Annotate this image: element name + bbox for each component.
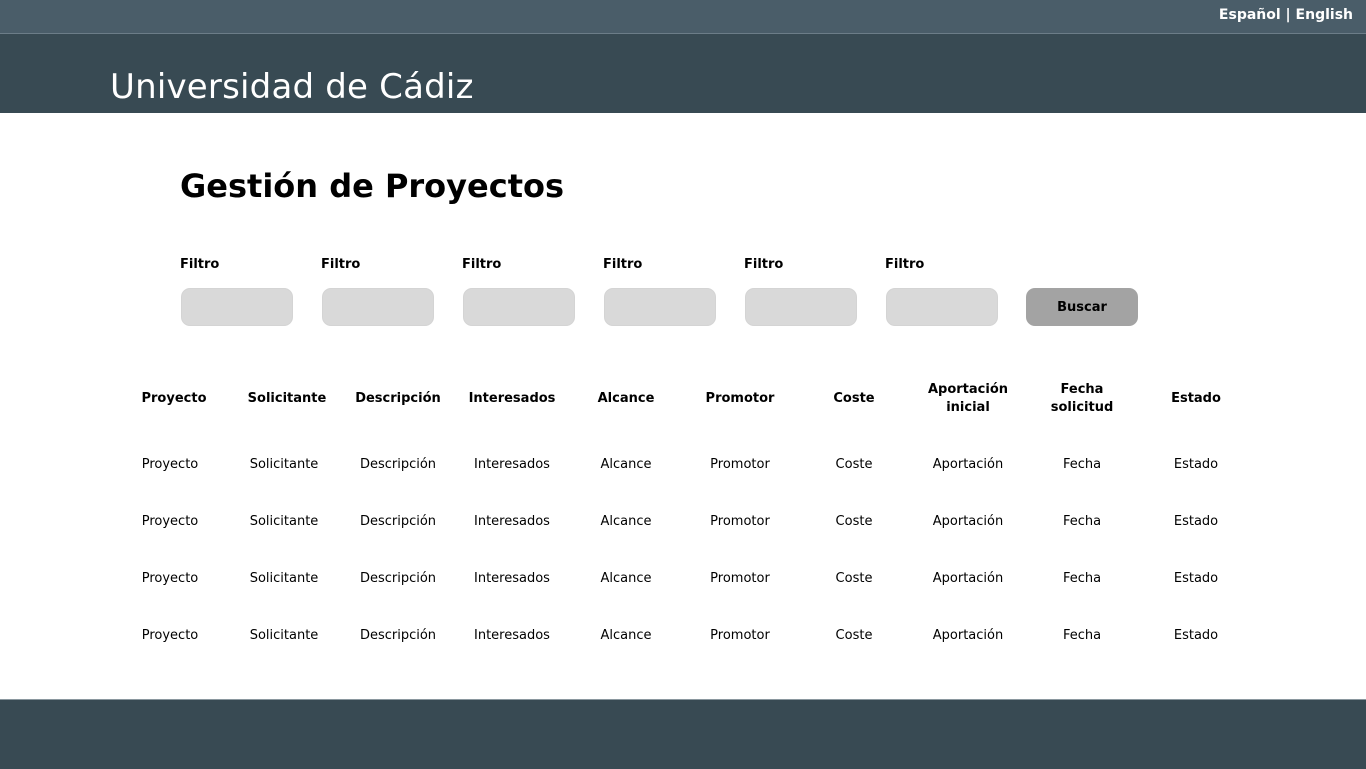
table-cell: Alcance	[600, 457, 652, 472]
table-cell: Aportación	[932, 571, 1004, 586]
column-header-line: Descripción	[355, 391, 441, 406]
column-header: Interesados	[457, 390, 567, 408]
search-button[interactable]: Buscar	[1026, 288, 1138, 326]
column-header: Solicitante	[232, 390, 342, 408]
table-cell: Coste	[835, 571, 873, 586]
filter-input-6[interactable]	[886, 288, 998, 326]
table-cell: Fecha	[1062, 514, 1102, 529]
table-cell: Promotor	[710, 628, 770, 643]
table-cell: Solicitante	[249, 514, 319, 529]
table-cell: Proyecto	[141, 571, 199, 586]
column-header-line: Estado	[1171, 391, 1221, 406]
table-cell: Alcance	[600, 571, 652, 586]
table-cell: Interesados	[474, 571, 550, 586]
table-cell: Solicitante	[249, 457, 319, 472]
table-cell: Fecha	[1062, 628, 1102, 643]
column-header: Promotor	[685, 390, 795, 408]
column-header: Descripción	[343, 390, 453, 408]
table-cell: Estado	[1173, 628, 1219, 643]
column-header: Coste	[799, 390, 909, 408]
table-cell: Proyecto	[141, 514, 199, 529]
table-cell: Solicitante	[249, 571, 319, 586]
filter-input-2[interactable]	[322, 288, 434, 326]
site-header: Universidad de Cádiz	[0, 34, 1366, 113]
table-cell: Promotor	[710, 571, 770, 586]
table-cell: Descripción	[359, 628, 437, 643]
column-header-line: Proyecto	[141, 391, 207, 406]
table-cell: Estado	[1173, 571, 1219, 586]
site-footer	[0, 699, 1366, 769]
table-cell: Promotor	[710, 457, 770, 472]
filter-input-3[interactable]	[463, 288, 575, 326]
lang-es-link[interactable]: Español	[1219, 7, 1281, 23]
table-cell: Interesados	[474, 457, 550, 472]
lang-en-link[interactable]: English	[1296, 7, 1353, 23]
column-header-line: inicial	[946, 400, 990, 415]
table-cell: Fecha	[1062, 571, 1102, 586]
column-header-line: Solicitante	[247, 391, 327, 406]
table-cell: Descripción	[359, 571, 437, 586]
table-cell: Proyecto	[141, 628, 199, 643]
table-cell: Solicitante	[249, 628, 319, 643]
table-cell: Estado	[1173, 457, 1219, 472]
filter-input-4[interactable]	[604, 288, 716, 326]
filter-label-2: Filtro	[321, 257, 361, 272]
column-header-line: solicitud	[1050, 400, 1114, 415]
column-header: Aportación inicial	[913, 381, 1023, 417]
column-header-line: Interesados	[468, 391, 556, 406]
column-header: Estado	[1141, 390, 1251, 408]
column-header: Alcance	[571, 390, 681, 408]
table-cell: Coste	[835, 457, 873, 472]
column-header: Fecha solicitud	[1027, 381, 1137, 417]
table-cell: Alcance	[600, 628, 652, 643]
column-header: Proyecto	[119, 390, 229, 408]
page-title: Gestión de Proyectos	[180, 167, 565, 205]
table-cell: Coste	[835, 628, 873, 643]
language-switcher: Español | English	[1219, 7, 1353, 23]
site-title[interactable]: Universidad de Cádiz	[110, 67, 474, 107]
table-cell: Descripción	[359, 457, 437, 472]
table-cell: Coste	[835, 514, 873, 529]
table-cell: Descripción	[359, 514, 437, 529]
filter-label-5: Filtro	[744, 257, 784, 272]
table-cell: Alcance	[600, 514, 652, 529]
table-cell: Estado	[1173, 514, 1219, 529]
filter-input-5[interactable]	[745, 288, 857, 326]
filter-label-3: Filtro	[462, 257, 502, 272]
table-cell: Aportación	[932, 457, 1004, 472]
table-cell: Interesados	[474, 514, 550, 529]
table-cell: Aportación	[932, 628, 1004, 643]
filter-label-4: Filtro	[603, 257, 643, 272]
table-cell: Promotor	[710, 514, 770, 529]
filter-label-1: Filtro	[180, 257, 220, 272]
filter-input-1[interactable]	[181, 288, 293, 326]
top-bar: Español | English	[0, 0, 1366, 34]
column-header-line: Coste	[833, 391, 875, 406]
column-header-line: Alcance	[597, 391, 655, 406]
column-header-line: Promotor	[705, 391, 775, 406]
table-cell: Proyecto	[141, 457, 199, 472]
column-header-line: Fecha	[1060, 382, 1104, 397]
table-cell: Fecha	[1062, 457, 1102, 472]
table-cell: Interesados	[474, 628, 550, 643]
column-header-line: Aportación	[927, 382, 1009, 397]
lang-separator: |	[1285, 7, 1291, 23]
table-cell: Aportación	[932, 514, 1004, 529]
filter-label-6: Filtro	[885, 257, 925, 272]
